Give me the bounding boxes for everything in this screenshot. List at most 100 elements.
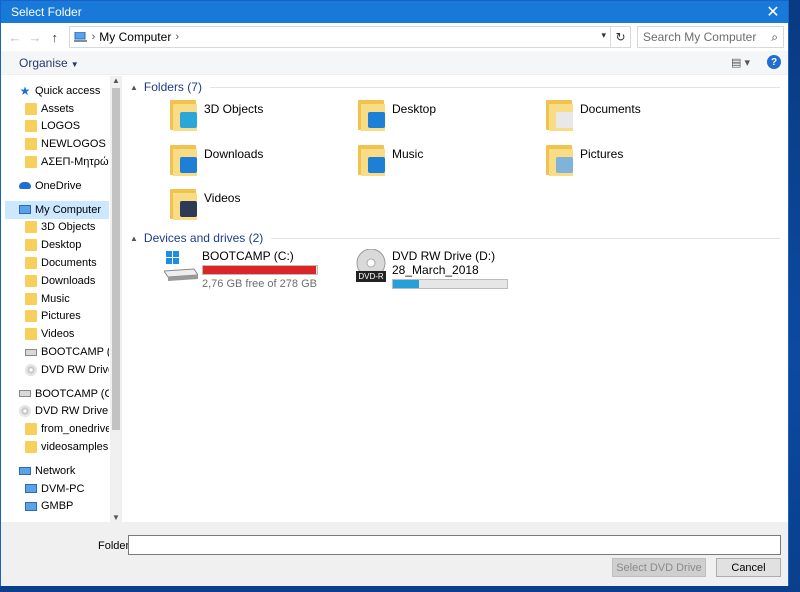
sidebar-item[interactable]: Network xyxy=(5,462,109,480)
chevron-right-icon[interactable]: › xyxy=(175,31,179,43)
windows-drive-icon xyxy=(163,249,199,285)
folder-icon xyxy=(25,292,37,305)
search-placeholder: Search My Computer xyxy=(642,30,757,44)
folder-tile[interactable]: Videos xyxy=(170,187,240,221)
folder-tile-label: Documents xyxy=(580,102,641,116)
folder-tile-label: Music xyxy=(392,147,424,161)
drives-group-header[interactable]: ▲ Devices and drives (2) xyxy=(130,231,780,245)
select-folder-dialog: Select Folder ✕ ← → ↑ › My Computer › ▾ … xyxy=(0,0,789,586)
dvd-drive-icon: DVD-R xyxy=(354,248,388,285)
sidebar-item[interactable]: 3D Objects xyxy=(5,219,109,237)
folder-field[interactable] xyxy=(128,535,781,555)
content-pane: ▲ Folders (7) ▲ Devices and drives (2) 3… xyxy=(122,76,788,522)
help-icon[interactable]: ? xyxy=(767,55,781,69)
sidebar-item-label: Assets xyxy=(41,102,75,115)
organise-button[interactable]: Organise ▼ xyxy=(19,56,79,70)
chevron-right-icon[interactable]: › xyxy=(92,31,96,43)
sidebar-item-label: Music xyxy=(41,292,70,305)
sidebar-item[interactable]: videosamples xyxy=(5,438,109,456)
folder-tile-label: 3D Objects xyxy=(204,102,264,116)
sidebar-item[interactable]: BOOTCAMP (C:) xyxy=(5,343,109,361)
sidebar-item[interactable]: ΑΣΕΠ-Μητρώο_ xyxy=(5,153,109,171)
folder-icon xyxy=(25,257,37,270)
sidebar-item[interactable]: NEWLOGOS xyxy=(5,135,109,153)
address-bar[interactable]: › My Computer › ▾ xyxy=(68,26,612,48)
sidebar-item-label: BOOTCAMP (C:) xyxy=(41,346,109,359)
collapse-icon[interactable]: ▲ xyxy=(130,234,138,243)
back-arrow-icon[interactable]: ← xyxy=(5,27,25,47)
sidebar-item-label: BOOTCAMP (C:) xyxy=(35,387,109,400)
sidebar-item[interactable]: ★ Quick access xyxy=(5,82,109,100)
drive-volume-label: 28_March_2018 xyxy=(392,263,479,277)
sidebar-item[interactable]: Assets xyxy=(5,100,109,118)
sidebar-item[interactable]: DVD RW Drive (D: xyxy=(5,403,109,421)
view-options-icon[interactable]: ▤ ▾ xyxy=(731,56,750,69)
drive-usage-bar xyxy=(202,265,318,275)
sidebar-item[interactable]: from_onedrive xyxy=(5,420,109,438)
folder-tile-label: Downloads xyxy=(204,147,264,161)
sidebar-item-label: Quick access xyxy=(35,84,101,97)
sidebar-item[interactable]: Music xyxy=(5,290,109,308)
close-icon[interactable]: ✕ xyxy=(758,1,788,23)
folder-tile[interactable]: Downloads xyxy=(170,143,263,177)
folder-icon xyxy=(25,328,37,341)
sidebar-item-label: DVM-PC xyxy=(41,482,85,495)
up-arrow-icon[interactable]: ↑ xyxy=(45,27,65,47)
sidebar-item-label: Downloads xyxy=(41,274,96,287)
dvd-icon xyxy=(25,363,37,376)
folder-tile[interactable]: Music xyxy=(358,143,423,177)
refresh-icon[interactable]: ↻ xyxy=(611,26,631,48)
sidebar-item[interactable]: BOOTCAMP (C:) xyxy=(5,385,109,403)
drive-tile[interactable]: DVD-R DVD RW Drive (D:) 28_March_2018 xyxy=(354,248,508,289)
search-input[interactable]: Search My Computer ⌕ xyxy=(636,26,785,48)
folder-icon xyxy=(25,274,37,287)
chevron-down-icon[interactable]: ▾ xyxy=(602,30,607,41)
folder-tile[interactable]: Documents xyxy=(546,98,641,132)
folder-tile-label: Videos xyxy=(204,191,241,205)
folder-icon xyxy=(25,310,37,323)
sidebar-item-label: Videos xyxy=(41,328,75,341)
folders-group-header[interactable]: ▲ Folders (7) xyxy=(130,80,780,94)
sidebar-item-label: Desktop xyxy=(41,239,82,252)
folder-icon xyxy=(25,102,37,115)
sidebar-item[interactable]: GMBP xyxy=(5,498,109,516)
cancel-button[interactable]: Cancel xyxy=(716,558,781,577)
folder-tile[interactable]: Desktop xyxy=(358,98,436,132)
sidebar-item[interactable]: My Computer xyxy=(5,200,109,219)
dvd-icon xyxy=(19,405,31,418)
scrollbar-thumb[interactable] xyxy=(112,88,120,430)
scroll-up-icon[interactable]: ▲ xyxy=(112,76,120,85)
computer-icon xyxy=(73,32,87,42)
folder-icon xyxy=(25,423,37,436)
sidebar-item[interactable]: Desktop xyxy=(5,236,109,254)
desktop-folder-icon xyxy=(358,98,386,132)
sidebar-item[interactable]: DVD RW Drive (D xyxy=(5,361,109,379)
sidebar-item[interactable]: LOGOS xyxy=(5,118,109,136)
sidebar-item-label: My Computer xyxy=(35,203,102,216)
sidebar-item[interactable]: Videos xyxy=(5,325,109,343)
downloads-folder-icon xyxy=(170,143,198,177)
disc-label: DVD-R xyxy=(358,272,384,281)
sidebar-item[interactable]: Pictures xyxy=(5,308,109,326)
title-bar[interactable]: Select Folder ✕ xyxy=(1,1,788,23)
address-location[interactable]: My Computer xyxy=(99,30,171,44)
navigation-scrollbar[interactable]: ▲ ▼ xyxy=(110,76,122,522)
search-icon[interactable]: ⌕ xyxy=(771,30,778,45)
drive-tile[interactable]: BOOTCAMP (C:) 2,76 GB free of 278 GB xyxy=(163,249,318,290)
sidebar-item[interactable]: OneDrive xyxy=(5,177,109,195)
sidebar-item-label: GMBP xyxy=(41,500,74,513)
sidebar-item-label: videosamples xyxy=(41,441,109,454)
sidebar-item[interactable]: DVM-PC xyxy=(5,480,109,498)
forward-arrow-icon[interactable]: → xyxy=(25,27,45,47)
folder-tile[interactable]: Pictures xyxy=(546,143,623,177)
3d-objects-folder-icon xyxy=(170,98,198,132)
select-dvd-drive-button[interactable]: Select DVD Drive xyxy=(612,558,706,577)
folder-tile[interactable]: 3D Objects xyxy=(170,98,263,132)
sidebar-item[interactable]: Documents xyxy=(5,254,109,272)
sidebar-item-label: DVD RW Drive (D: xyxy=(35,405,109,418)
scroll-down-icon[interactable]: ▼ xyxy=(112,513,120,522)
sidebar-item[interactable]: Downloads xyxy=(5,272,109,290)
star-icon: ★ xyxy=(19,83,31,98)
collapse-icon[interactable]: ▲ xyxy=(130,83,138,92)
pictures-folder-icon xyxy=(546,143,574,177)
